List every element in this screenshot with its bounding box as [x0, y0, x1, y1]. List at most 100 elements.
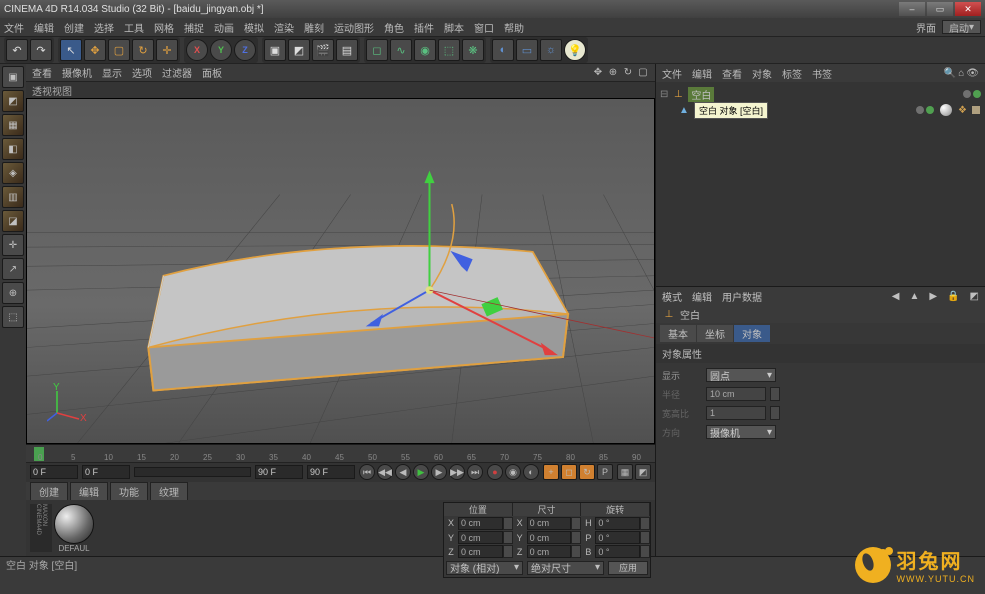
vp-rotate-icon[interactable]: ↻ [622, 67, 634, 79]
om-tags[interactable]: 标签 [782, 66, 802, 81]
menu-mesh[interactable]: 网格 [154, 20, 174, 35]
axis-z-toggle[interactable]: Z [234, 39, 256, 61]
om-edit[interactable]: 编辑 [692, 66, 712, 81]
coord-x-pos[interactable]: 0 cm [458, 517, 503, 530]
expand-icon[interactable]: ⊟ [660, 89, 668, 100]
menu-sculpt[interactable]: 雕刻 [304, 20, 324, 35]
key-opt-button[interactable]: ◩ [635, 464, 651, 480]
coord-apply-button[interactable]: 应用 [608, 561, 648, 575]
attr-radius-stepper[interactable] [770, 387, 780, 401]
om-view[interactable]: 查看 [722, 66, 742, 81]
picture-viewer-button[interactable]: ▤ [336, 39, 358, 61]
tree-label-root[interactable]: 空白 [688, 87, 714, 102]
mat-tab-func[interactable]: 功能 [110, 482, 148, 501]
attr-mode[interactable]: 模式 [662, 289, 682, 304]
attr-tab-coord[interactable]: 坐标 [697, 325, 733, 342]
redo-button[interactable]: ↷ [30, 39, 52, 61]
attr-nav-back-icon[interactable]: ◀ [892, 291, 900, 302]
axis-y-toggle[interactable]: Y [210, 39, 232, 61]
live-select-tool[interactable]: ↖ [60, 39, 82, 61]
camera-button[interactable]: ▭ [516, 39, 538, 61]
coord-y-pos[interactable]: 0 cm [458, 531, 503, 544]
menu-script[interactable]: 脚本 [444, 20, 464, 35]
attr-lock-icon[interactable]: 🔒 [947, 291, 959, 302]
attr-aspect-input[interactable] [706, 406, 766, 420]
mat-tab-texture[interactable]: 纹理 [150, 482, 188, 501]
timeline-end-input[interactable] [307, 465, 355, 479]
tweak-mode-button[interactable]: ↗ [2, 258, 24, 280]
model-mode-button[interactable]: ◩ [2, 90, 24, 112]
render-view-button[interactable]: ▣ [264, 39, 286, 61]
attr-newwin-icon[interactable]: ◩ [970, 291, 979, 302]
menu-tools[interactable]: 工具 [124, 20, 144, 35]
window-minimize-button[interactable]: – [899, 2, 925, 16]
coord-size-mode-select[interactable]: 绝对尺寸▾ [527, 561, 604, 575]
record-button[interactable]: ● [487, 464, 503, 480]
array-button[interactable]: ⬚ [438, 39, 460, 61]
autokey-button[interactable]: ◉ [505, 464, 521, 480]
timeline-range-slider[interactable] [134, 467, 251, 477]
prev-key-button[interactable]: ◀◀ [377, 464, 393, 480]
uvw-tag-icon[interactable] [971, 105, 981, 115]
phong-tag-icon[interactable]: ❖ [958, 105, 967, 116]
menu-file[interactable]: 文件 [4, 20, 24, 35]
timeline-ruler[interactable]: 0 5 10 15 20 25 30 35 40 45 50 55 60 65 … [26, 445, 655, 463]
point-mode-button[interactable]: ◈ [2, 162, 24, 184]
snap-button[interactable]: ⊕ [2, 282, 24, 304]
mat-tab-edit[interactable]: 编辑 [70, 482, 108, 501]
axis-toggle-button[interactable]: ✛ [2, 234, 24, 256]
vp-menu-options[interactable]: 选项 [132, 65, 152, 80]
attr-nav-up-icon[interactable]: ▲ [909, 291, 919, 302]
vp-menu-panel[interactable]: 面板 [202, 65, 222, 80]
attr-radius-input[interactable] [706, 387, 766, 401]
timeline-start-input[interactable] [30, 465, 78, 479]
om-home-icon[interactable]: ⌂ [958, 68, 964, 79]
next-key-button[interactable]: ▶▶ [449, 464, 465, 480]
menu-simulate[interactable]: 模拟 [244, 20, 264, 35]
menu-plugins[interactable]: 插件 [414, 20, 434, 35]
vp-menu-view[interactable]: 查看 [32, 65, 52, 80]
render-settings-button[interactable]: 🎬 [312, 39, 334, 61]
coord-x-size[interactable]: 0 cm [527, 517, 572, 530]
timeline-end2-input[interactable] [255, 465, 303, 479]
vp-menu-camera[interactable]: 摄像机 [62, 65, 92, 80]
primitive-cube-button[interactable]: ◻ [366, 39, 388, 61]
attr-tab-object[interactable]: 对象 [734, 325, 770, 342]
vp-zoom-icon[interactable]: ⊕ [607, 67, 619, 79]
coord-b-rot[interactable]: 0 ° [595, 545, 640, 558]
lastused-tool[interactable]: ✛ [156, 39, 178, 61]
viewport-3d[interactable]: Y X [26, 98, 655, 444]
goto-start-button[interactable]: ⏮ [359, 464, 375, 480]
coord-h-rot[interactable]: 0 ° [595, 517, 640, 530]
menu-render[interactable]: 渲染 [274, 20, 294, 35]
key-rot-button[interactable]: ↻ [579, 464, 595, 480]
om-search-icon[interactable]: 🔍 [944, 68, 956, 79]
attr-orient-select[interactable]: 摄像机▾ [706, 425, 776, 439]
om-object[interactable]: 对象 [752, 66, 772, 81]
key-pos-button[interactable]: + [543, 464, 559, 480]
timeline-current-input[interactable] [82, 465, 130, 479]
object-tree[interactable]: ⊟ ⊥ 空白 ▲ 空白 对象 [空白] ❖ [656, 82, 985, 286]
coord-y-size[interactable]: 0 cm [527, 531, 572, 544]
nurbs-button[interactable]: ◉ [414, 39, 436, 61]
attr-userdata[interactable]: 用户数据 [722, 289, 762, 304]
vp-maximize-icon[interactable]: ▢ [637, 67, 649, 79]
goto-end-button[interactable]: ⏭ [467, 464, 483, 480]
om-file[interactable]: 文件 [662, 66, 682, 81]
tree-row-null[interactable]: ⊟ ⊥ 空白 [660, 86, 981, 102]
menu-snap[interactable]: 捕捉 [184, 20, 204, 35]
layout-dropdown[interactable]: 启动 ▾ [942, 20, 981, 34]
bulb-button[interactable]: 💡 [564, 39, 586, 61]
key-pla-button[interactable]: ▦ [617, 464, 633, 480]
undo-button[interactable]: ↶ [6, 39, 28, 61]
om-bookmarks[interactable]: 书签 [812, 66, 832, 81]
light-button[interactable]: ☼ [540, 39, 562, 61]
coord-z-size[interactable]: 0 cm [527, 545, 572, 558]
deformer-button[interactable]: ❋ [462, 39, 484, 61]
move-tool[interactable]: ✥ [84, 39, 106, 61]
axis-x-toggle[interactable]: X [186, 39, 208, 61]
attr-tab-basic[interactable]: 基本 [660, 325, 696, 342]
environment-button[interactable]: ◐ [492, 39, 514, 61]
window-close-button[interactable]: ✕ [955, 2, 981, 16]
rotate-tool[interactable]: ↻ [132, 39, 154, 61]
